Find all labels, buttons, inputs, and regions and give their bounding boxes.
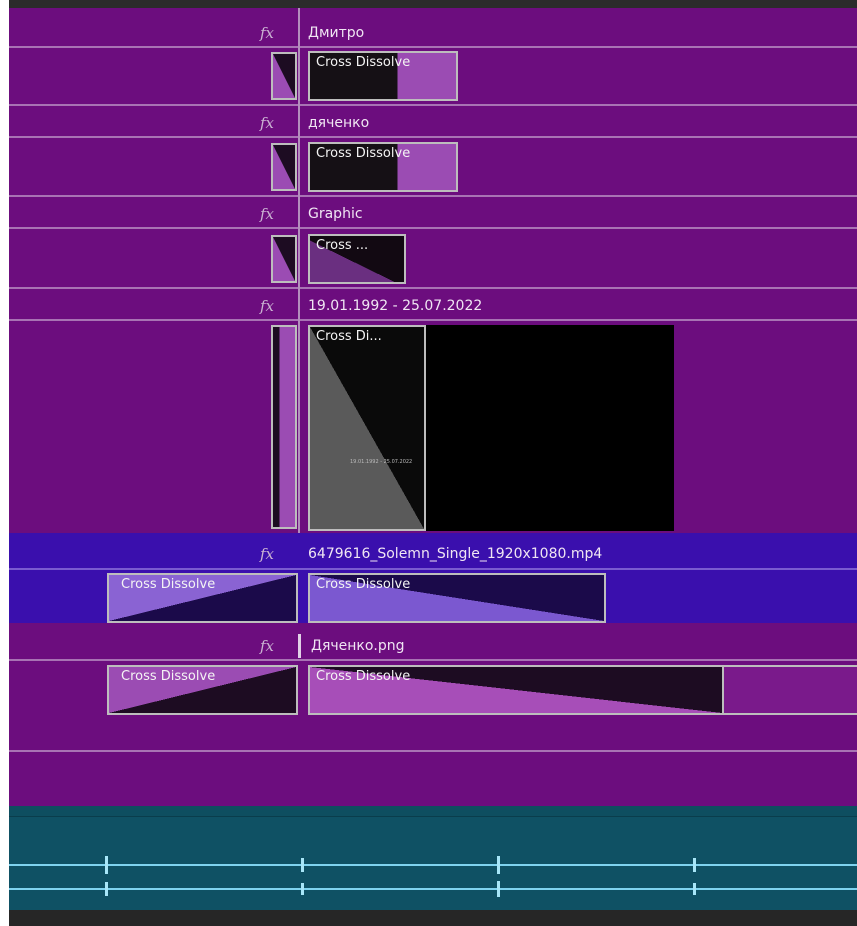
timeline-panel: fx Дмитро Cross Dissolve fx дяченко Cros… <box>9 0 857 926</box>
transition-label: Cross Dissolve <box>316 577 411 592</box>
clip-title-diachenko[interactable]: дяченко <box>298 111 857 135</box>
track-separator <box>9 46 857 48</box>
audio-clip[interactable] <box>9 806 857 910</box>
waveform-peak <box>301 858 304 872</box>
track-separator <box>9 750 857 752</box>
fx-badge[interactable]: fx <box>255 111 279 135</box>
fx-badge[interactable]: fx <box>255 294 279 318</box>
waveform-peak <box>301 883 304 895</box>
transition-handle[interactable] <box>271 52 297 100</box>
audio-clip-header <box>9 806 857 817</box>
cross-dissolve-transition[interactable]: Cross Dissolve <box>308 51 458 101</box>
track-separator <box>9 195 857 197</box>
fx-badge[interactable]: fx <box>255 21 279 45</box>
transition-handle[interactable] <box>271 143 297 191</box>
audio-waveform-top <box>9 864 857 866</box>
waveform-peak <box>105 856 108 874</box>
cross-dissolve-transition-left[interactable]: Cross Dissolve <box>107 665 298 715</box>
transition-label: Cross Dissolve <box>121 577 216 592</box>
clip-body[interactable] <box>724 665 857 715</box>
transition-label: Cross Dissolve <box>316 146 411 161</box>
track-separator <box>9 659 857 661</box>
cross-dissolve-transition[interactable]: Cross ... <box>308 234 406 284</box>
cross-dissolve-transition[interactable]: Cross Di... 19.01.1992 - 25.07.2022 <box>308 325 426 531</box>
cross-dissolve-transition[interactable]: Cross Dissolve <box>308 665 724 715</box>
clip-title-mp4[interactable]: 6479616_Solemn_Single_1920x1080.mp4 <box>298 542 857 566</box>
cross-dissolve-transition[interactable]: Cross Dissolve <box>308 142 458 192</box>
clip-title-png[interactable]: Дяченко.png <box>298 634 857 658</box>
audio-waveform-bottom <box>9 888 857 890</box>
timeline-top-edge <box>9 0 857 8</box>
clip-title-dmytro[interactable]: Дмитро <box>298 21 857 45</box>
transition-label: Cross Dissolve <box>316 669 411 684</box>
track-separator <box>9 136 857 138</box>
transition-label: Cross Dissolve <box>121 669 216 684</box>
waveform-peak <box>693 883 696 895</box>
cross-dissolve-transition-left[interactable]: Cross Dissolve <box>107 573 298 623</box>
track-separator <box>9 319 857 321</box>
transition-label: Cross ... <box>316 238 369 253</box>
timeline-bottom-edge <box>9 910 857 926</box>
waveform-peak <box>693 858 696 872</box>
track-separator <box>9 287 857 289</box>
track-separator <box>9 227 857 229</box>
waveform-peak <box>105 882 108 896</box>
clip-title-graphic[interactable]: Graphic <box>298 202 857 226</box>
fx-badge[interactable]: fx <box>255 202 279 226</box>
clip-title-dates[interactable]: 19.01.1992 - 25.07.2022 <box>298 294 857 318</box>
transition-handle[interactable] <box>271 325 297 529</box>
transition-label: Cross Di... <box>316 329 382 344</box>
waveform-peak <box>497 856 500 874</box>
thumbnail-text: 19.01.1992 - 25.07.2022 <box>350 459 413 465</box>
waveform-peak <box>497 881 500 897</box>
cross-dissolve-transition[interactable]: Cross Dissolve <box>308 573 606 623</box>
cut-line <box>298 8 300 533</box>
transition-handle[interactable] <box>271 235 297 283</box>
fx-badge[interactable]: fx <box>255 634 279 658</box>
fx-badge[interactable]: fx <box>255 542 279 566</box>
track-separator <box>9 104 857 106</box>
track-separator <box>9 568 857 570</box>
transition-label: Cross Dissolve <box>316 55 411 70</box>
